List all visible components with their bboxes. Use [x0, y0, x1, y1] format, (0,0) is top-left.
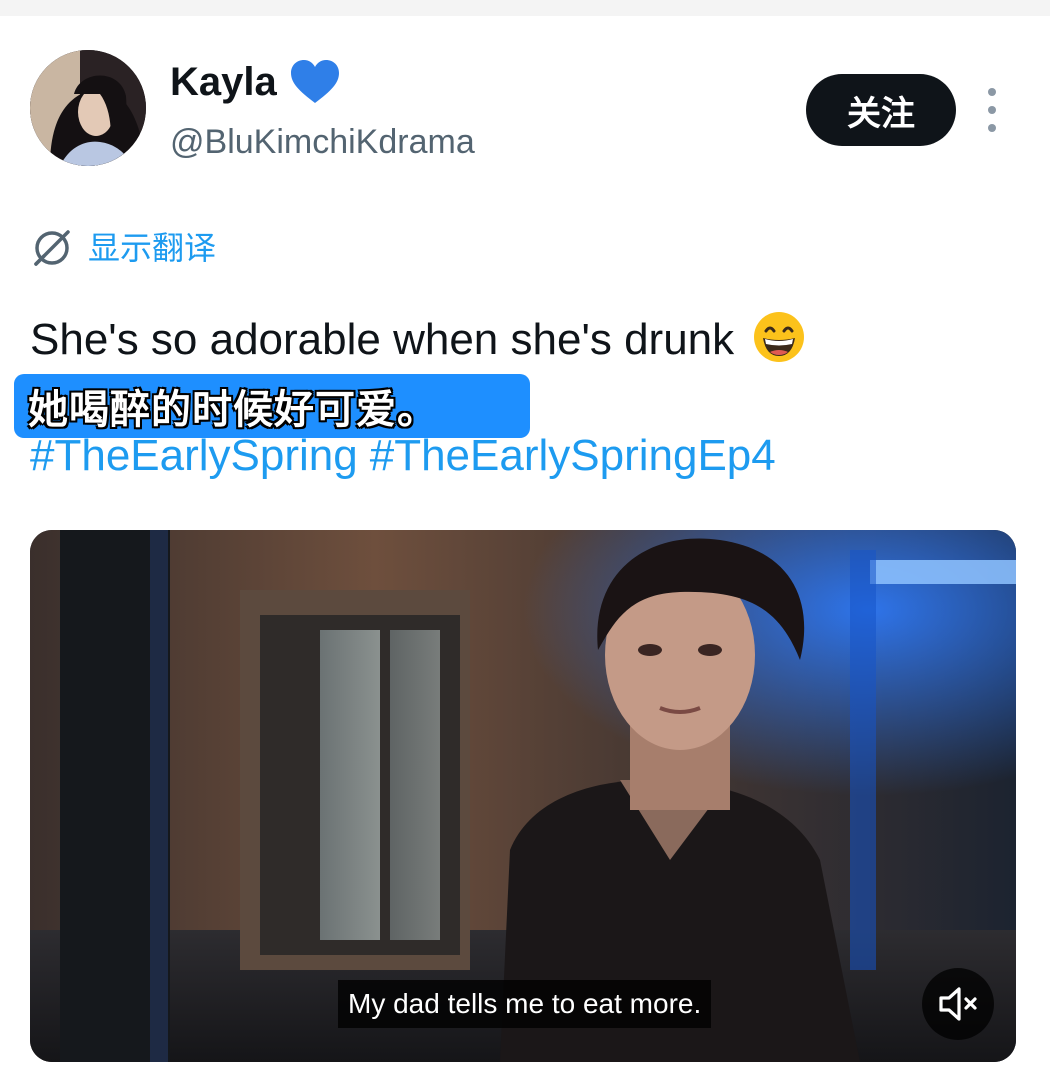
tweet-text-body: She's so adorable when she's drunk — [30, 315, 735, 364]
show-translation-label[interactable]: 显示翻译 — [88, 226, 216, 270]
hashtag-link[interactable]: #TheEarlySpring — [30, 431, 358, 480]
follow-button[interactable]: 关注 — [806, 74, 956, 146]
show-translation-link[interactable]: 显示翻译 — [30, 226, 216, 270]
hashtag-link[interactable]: #TheEarlySpringEp4 — [370, 431, 776, 480]
tweet-text: She's so adorable when she's drunk — [30, 310, 806, 368]
blue-heart-icon — [290, 60, 339, 103]
video-player[interactable]: My dad tells me to eat more. — [30, 530, 1016, 1062]
author-handle[interactable]: @BluKimchiKdrama — [170, 120, 475, 164]
translation-overlay-text: 她喝醉的时候好可爱。 — [28, 388, 438, 432]
grinning-face-icon — [754, 312, 805, 362]
translation-overlay: 她喝醉的时候好可爱。 — [14, 374, 530, 438]
avatar[interactable] — [30, 50, 146, 166]
author-name[interactable]: Kayla — [170, 58, 277, 106]
translate-globe-icon — [34, 230, 70, 266]
video-subtitle: My dad tells me to eat more. — [338, 980, 712, 1028]
volume-muted-icon — [939, 987, 977, 1021]
mute-button[interactable] — [922, 968, 994, 1040]
top-edge — [0, 0, 1050, 16]
more-vertical-icon[interactable] — [980, 88, 1004, 132]
